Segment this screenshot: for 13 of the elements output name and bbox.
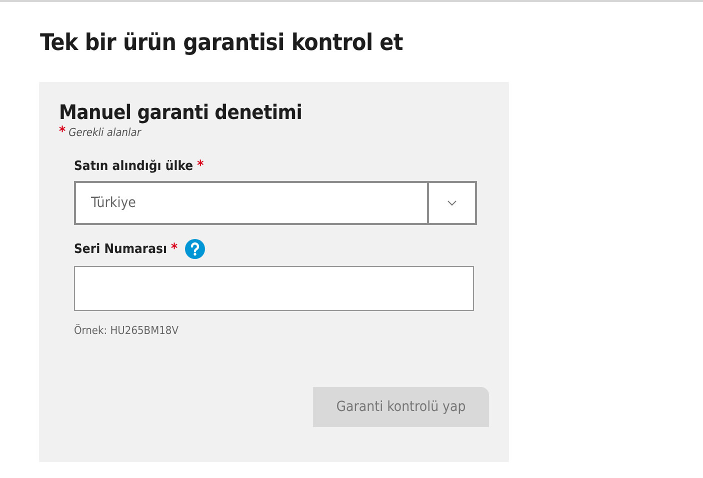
country-select[interactable]: Türkiye: [74, 181, 477, 225]
field-label: Seri Numarası: [74, 242, 168, 256]
field-label: Satın alındığı ülke: [74, 158, 194, 174]
required-note: Gerekli alanlar: [68, 126, 141, 139]
page-title: Tek bir ürün garantisi kontrol et: [40, 30, 404, 56]
chevron-down-icon: [447, 200, 457, 206]
required-mark: *: [59, 124, 66, 140]
required-mark: *: [171, 241, 178, 257]
help-icon[interactable]: [184, 239, 205, 259]
form-title: Manuel garanti denetimi: [59, 100, 304, 124]
required-mark: *: [197, 158, 204, 174]
serial-number-field[interactable]: [74, 266, 474, 311]
field-hint: Örnek: HU265BM18V: [74, 324, 180, 337]
